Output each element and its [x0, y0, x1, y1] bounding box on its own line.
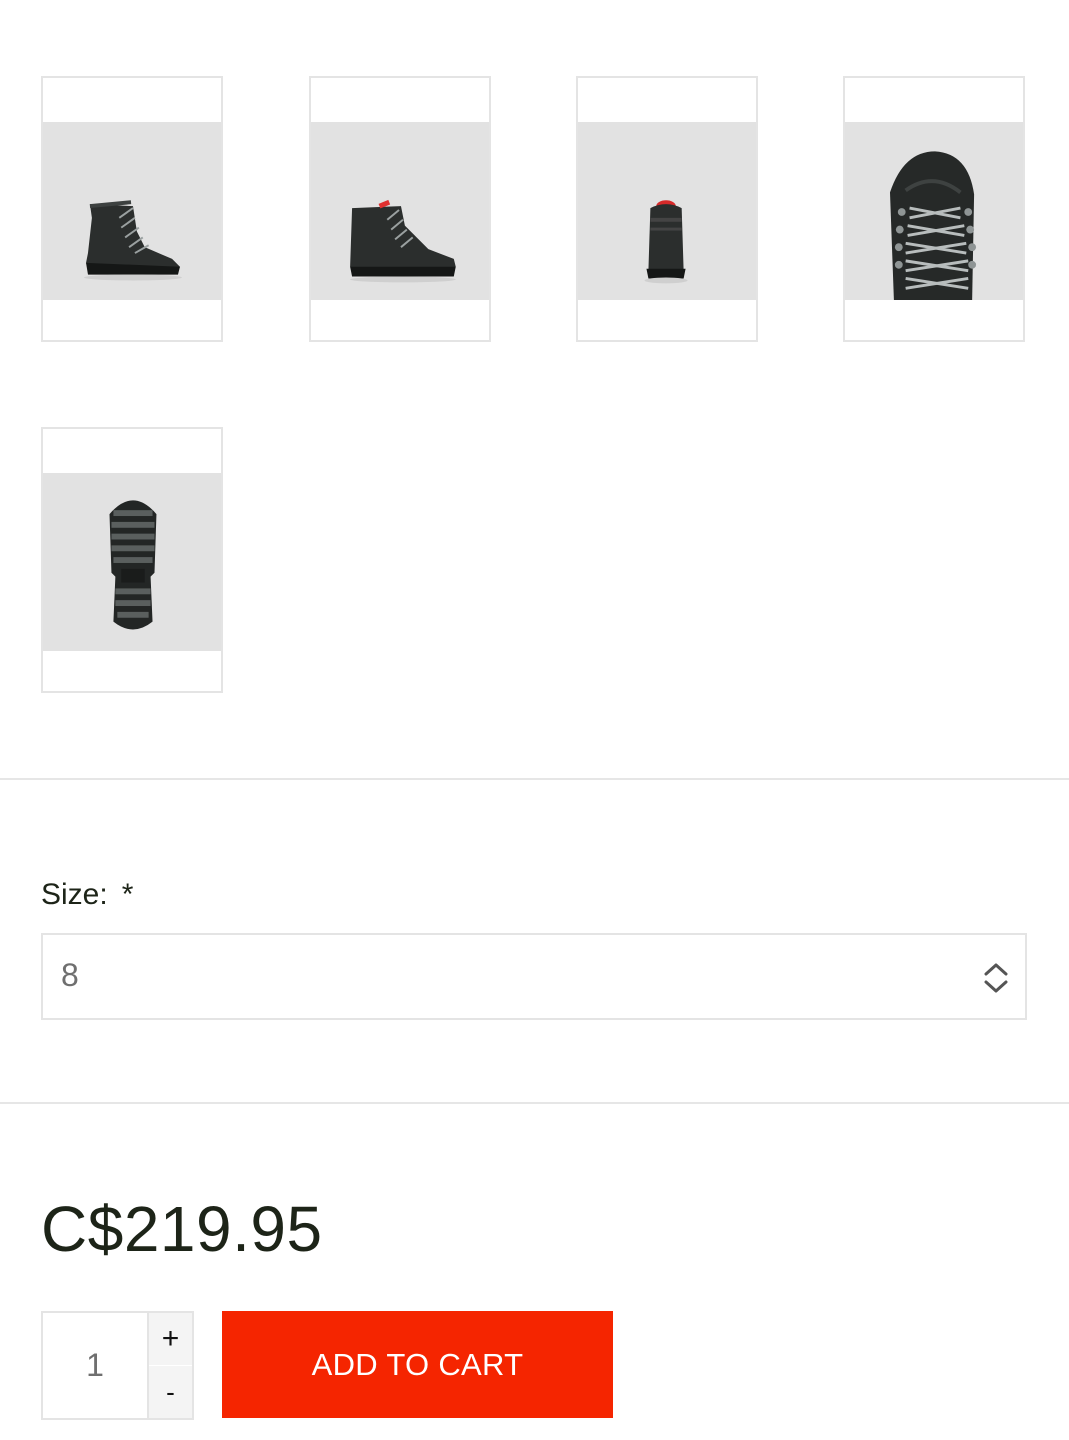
- boot-back-view-icon: [578, 122, 756, 300]
- boot-top-view-icon: [845, 122, 1023, 300]
- size-selected-value: 8: [61, 957, 79, 993]
- product-price: C$219.95: [41, 1193, 323, 1265]
- select-updown-icon: [981, 961, 1011, 995]
- quantity-decrement-button[interactable]: -: [149, 1366, 192, 1418]
- boot-side-view-icon: [43, 122, 221, 300]
- section-divider: [0, 778, 1069, 780]
- boot-sole-view-icon: [43, 473, 221, 651]
- size-select[interactable]: 8: [41, 933, 1027, 1020]
- size-field-label: Size: *: [41, 878, 133, 912]
- thumbnail-back-view[interactable]: [576, 76, 758, 342]
- thumbnail-top-view[interactable]: [843, 76, 1025, 342]
- required-marker: *: [121, 878, 134, 911]
- size-label-text: Size:: [41, 878, 108, 911]
- product-purchase-page: Size: * 8 C$219.95 + - ADD TO CART: [0, 0, 1069, 1440]
- section-divider: [0, 1102, 1069, 1104]
- quantity-input[interactable]: [43, 1313, 149, 1418]
- boot-inner-side-view-icon: [311, 122, 489, 300]
- add-to-cart-button[interactable]: ADD TO CART: [222, 1311, 613, 1418]
- quantity-increment-button[interactable]: +: [149, 1313, 192, 1365]
- thumbnail-inner-side-view[interactable]: [309, 76, 491, 342]
- thumbnail-sole-view[interactable]: [41, 427, 223, 693]
- quantity-stepper: + -: [41, 1311, 194, 1420]
- thumbnail-side-view[interactable]: [41, 76, 223, 342]
